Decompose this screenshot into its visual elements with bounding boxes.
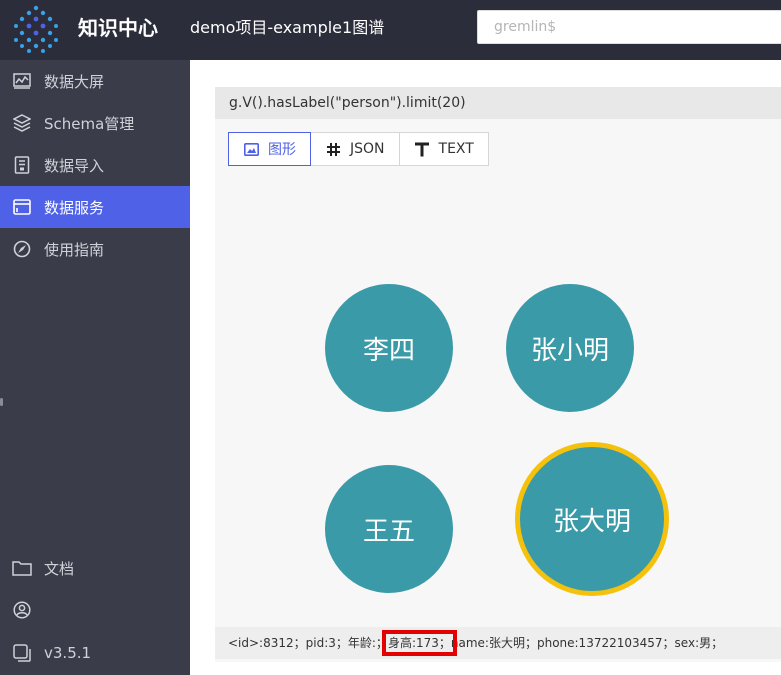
top-bar: 知识中心 demo项目-example1图谱 bbox=[0, 0, 781, 60]
detail-text: <id>:8312；pid:3；年龄:； bbox=[228, 636, 388, 650]
graph-node[interactable]: 张小明 bbox=[506, 284, 634, 412]
import-icon bbox=[12, 155, 32, 175]
tab-label: JSON bbox=[350, 141, 385, 157]
result-panel bbox=[215, 87, 781, 662]
tab-json[interactable]: JSON bbox=[310, 132, 400, 166]
sidebar-version: v3.5.1 bbox=[0, 635, 190, 671]
detail-highlight: 身高:173； bbox=[381, 630, 457, 656]
brand-title: 知识中心 bbox=[78, 16, 158, 40]
user-icon bbox=[12, 600, 32, 620]
chart-line-icon bbox=[12, 71, 32, 91]
text-icon bbox=[414, 141, 430, 157]
image-icon bbox=[243, 141, 259, 157]
sidebar-item-label: 数据大屏 bbox=[44, 72, 105, 91]
query-text: g.V().hasLabel("person").limit(20) bbox=[215, 87, 781, 119]
copy-icon bbox=[12, 643, 32, 663]
sidebar-item-import[interactable]: 数据导入 bbox=[0, 144, 190, 186]
tab-label: 图形 bbox=[268, 142, 296, 158]
sidebar-item-guide[interactable]: 使用指南 bbox=[0, 228, 190, 270]
project-title[interactable]: demo项目-example1图谱 bbox=[190, 14, 384, 42]
detail-text: name:张大明；phone:13722103457；sex:男； bbox=[450, 636, 724, 650]
tab-graph[interactable]: 图形 bbox=[228, 132, 311, 166]
sidebar-item-dashboard[interactable]: 数据大屏 bbox=[0, 60, 190, 102]
sidebar-docs[interactable]: 文档 bbox=[0, 550, 190, 586]
sidebar-user[interactable] bbox=[0, 592, 190, 628]
sidebar-item-data-service[interactable]: 数据服务 bbox=[0, 186, 190, 228]
sidebar-item-schema[interactable]: Schema管理 bbox=[0, 102, 190, 144]
view-tabs: 图形 JSON TEXT bbox=[228, 132, 489, 166]
graph-node[interactable]: 李四 bbox=[325, 284, 453, 412]
sidebar-collapse-handle[interactable] bbox=[0, 398, 3, 406]
docs-label: 文档 bbox=[44, 559, 75, 578]
graph-node[interactable]: 王五 bbox=[325, 465, 453, 593]
tab-label: TEXT bbox=[438, 141, 474, 157]
sidebar-item-label: 使用指南 bbox=[44, 240, 105, 259]
tab-text[interactable]: TEXT bbox=[398, 132, 489, 166]
version-label: v3.5.1 bbox=[44, 644, 92, 662]
layers-icon bbox=[12, 113, 32, 133]
sidebar-item-label: 数据导入 bbox=[44, 156, 105, 175]
compass-icon bbox=[12, 239, 32, 259]
graph-node-selected[interactable]: 张大明 bbox=[515, 442, 669, 596]
sidebar: 数据大屏 Schema管理 数据导入 数据服务 使用指南 文档 v3.5.1 bbox=[0, 60, 190, 675]
logo-icon bbox=[14, 5, 58, 53]
window-icon bbox=[12, 197, 32, 217]
hash-icon bbox=[325, 141, 341, 157]
folder-icon bbox=[12, 558, 32, 578]
sidebar-item-label: Schema管理 bbox=[44, 114, 135, 133]
gremlin-input[interactable] bbox=[477, 10, 781, 44]
node-detail-bar: <id>:8312；pid:3；年龄:；身高:173；name:张大明；phon… bbox=[215, 627, 781, 659]
sidebar-item-label: 数据服务 bbox=[44, 198, 105, 217]
